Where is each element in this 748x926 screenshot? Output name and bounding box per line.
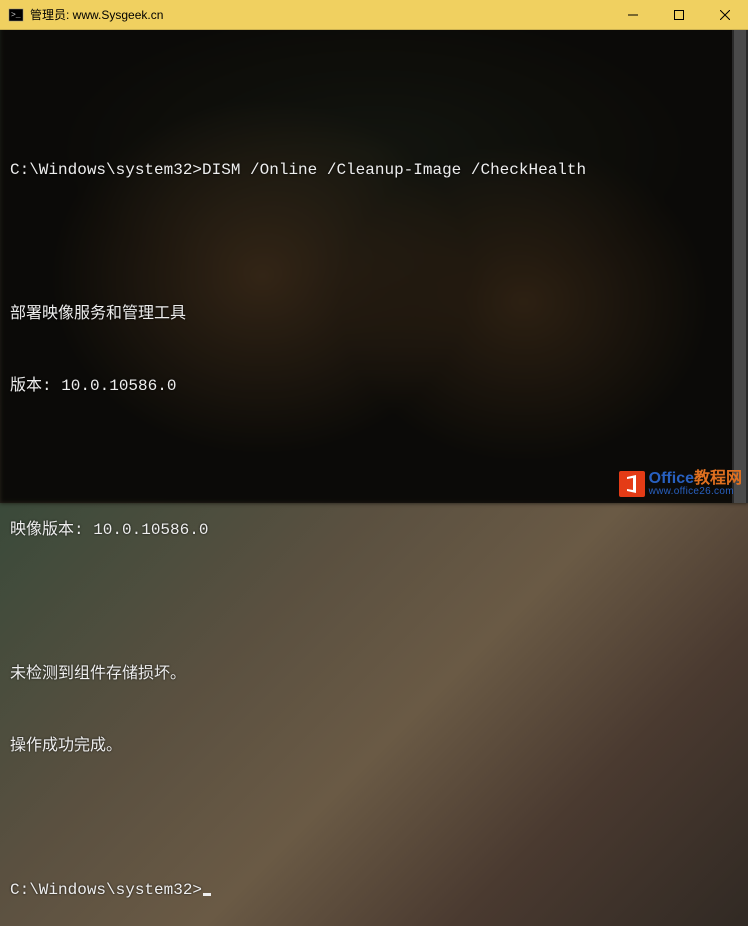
- terminal-line: [10, 806, 738, 830]
- terminal-prompt: C:\Windows\system32>: [10, 881, 202, 899]
- terminal-prompt-line: C:\Windows\system32>: [10, 878, 738, 902]
- terminal-line: 版本: 10.0.10586.0: [10, 374, 738, 398]
- window-controls: [610, 0, 748, 29]
- cursor: [203, 893, 211, 896]
- scrollbar-vertical[interactable]: [732, 30, 748, 503]
- terminal-line: [10, 86, 738, 110]
- terminal-line: 映像版本: 10.0.10586.0: [10, 518, 738, 542]
- terminal-line: [10, 590, 738, 614]
- close-button[interactable]: [702, 0, 748, 29]
- watermark-url: www.office26.com: [649, 487, 742, 497]
- watermark-brand: Office教程网: [649, 471, 742, 487]
- scrollbar-thumb[interactable]: [734, 30, 746, 503]
- watermark-logo-icon: [619, 471, 645, 497]
- maximize-button[interactable]: [656, 0, 702, 29]
- terminal-line: [10, 446, 738, 470]
- terminal-output[interactable]: C:\Windows\system32>DISM /Online /Cleanu…: [0, 30, 748, 503]
- terminal-line: C:\Windows\system32>DISM /Online /Cleanu…: [10, 158, 738, 182]
- terminal-line: 部署映像服务和管理工具: [10, 302, 738, 326]
- watermark-text: Office教程网 www.office26.com: [649, 471, 742, 497]
- svg-text:>_: >_: [11, 11, 21, 20]
- window-titlebar[interactable]: >_ 管理员: www.Sysgeek.cn: [0, 0, 748, 30]
- minimize-button[interactable]: [610, 0, 656, 29]
- window-title: 管理员: www.Sysgeek.cn: [30, 6, 610, 23]
- terminal-line: [10, 230, 738, 254]
- cmd-icon: >_: [8, 7, 24, 23]
- watermark: Office教程网 www.office26.com: [619, 471, 742, 497]
- terminal-line: 未检测到组件存储损坏。: [10, 662, 738, 686]
- terminal-line: 操作成功完成。: [10, 734, 738, 758]
